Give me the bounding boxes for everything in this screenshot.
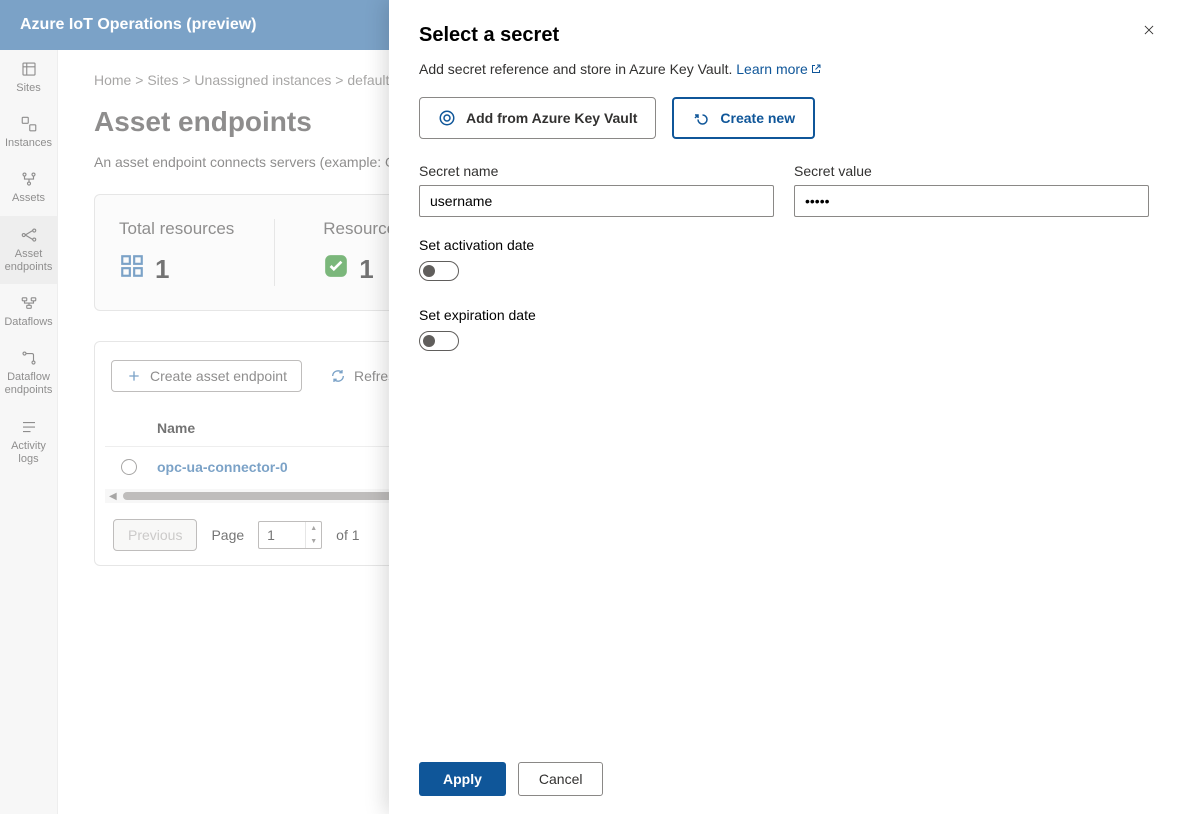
secret-source-options: Add from Azure Key Vault Create new xyxy=(419,97,1149,139)
secret-name-input[interactable] xyxy=(419,185,774,217)
field-label: Secret value xyxy=(794,163,1149,179)
panel-footer: Apply Cancel xyxy=(389,743,1179,814)
select-secret-panel: Select a secret Add secret reference and… xyxy=(389,0,1179,814)
add-from-key-vault-button[interactable]: Add from Azure Key Vault xyxy=(419,97,656,139)
panel-title: Select a secret xyxy=(419,24,1149,47)
secret-value-field: Secret value xyxy=(794,163,1149,217)
learn-more-link[interactable]: Learn more xyxy=(736,61,822,77)
cancel-button[interactable]: Cancel xyxy=(518,762,604,796)
button-label: Add from Azure Key Vault xyxy=(466,110,637,126)
panel-description: Add secret reference and store in Azure … xyxy=(419,61,1149,77)
toggle-label: Set activation date xyxy=(419,237,1149,253)
create-new-button[interactable]: Create new xyxy=(672,97,815,139)
activation-date-toggle[interactable] xyxy=(419,261,459,281)
expiration-date-toggle[interactable] xyxy=(419,331,459,351)
field-label: Secret name xyxy=(419,163,774,179)
apply-button[interactable]: Apply xyxy=(419,762,506,796)
toggle-label: Set expiration date xyxy=(419,307,1149,323)
activation-date-row: Set activation date xyxy=(419,237,1149,281)
secret-value-input[interactable] xyxy=(794,185,1149,217)
close-button[interactable] xyxy=(1135,16,1163,44)
expiration-date-row: Set expiration date xyxy=(419,307,1149,351)
button-label: Create new xyxy=(720,110,795,126)
secret-name-field: Secret name xyxy=(419,163,774,217)
